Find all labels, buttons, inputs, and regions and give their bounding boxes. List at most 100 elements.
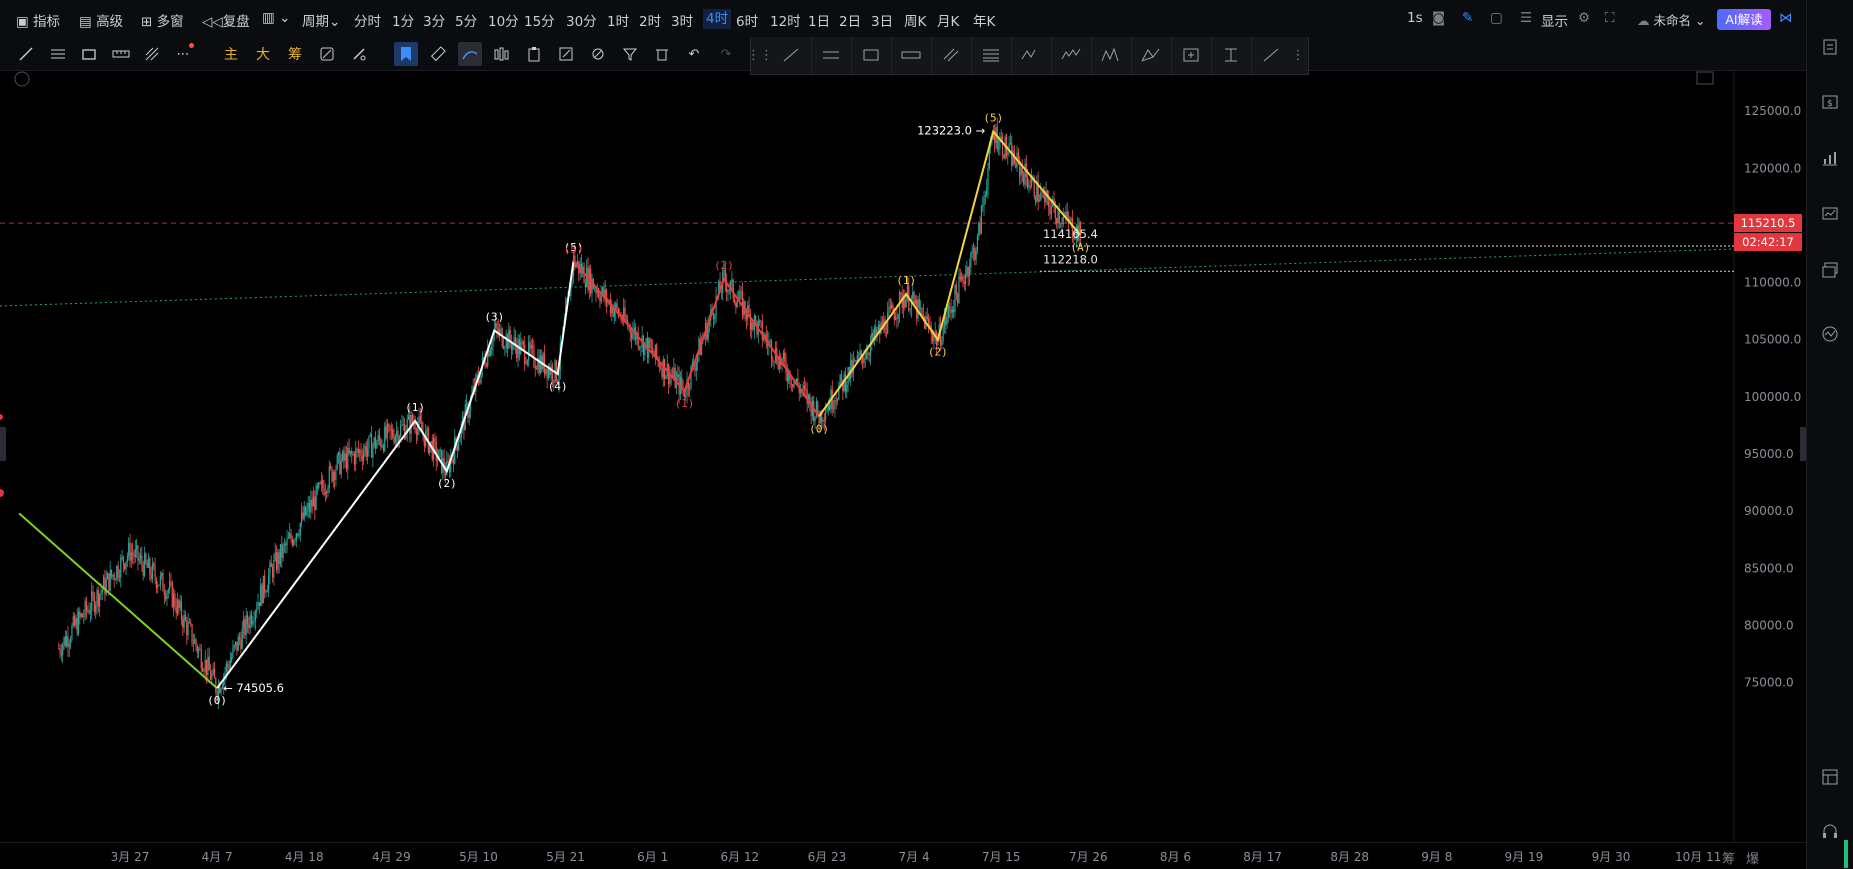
burst-toggle[interactable]: 爆	[1746, 848, 1759, 867]
candle-body	[104, 577, 106, 595]
horizontal-lines-icon[interactable]	[46, 42, 70, 66]
interval-tab-16[interactable]: 周K	[904, 10, 926, 30]
interval-tab-0[interactable]: 分时	[354, 10, 381, 30]
list-icon[interactable]: ☰	[1520, 10, 1532, 26]
fib-tool-icon[interactable]	[140, 42, 164, 66]
window-icon[interactable]: ▢	[1490, 10, 1503, 26]
hline-icon[interactable]	[819, 44, 843, 66]
candle-body	[504, 347, 506, 349]
interval-tab-9[interactable]: 3时	[671, 10, 693, 30]
wallet-icon[interactable]: $	[1819, 91, 1841, 113]
more-tools-icon[interactable]: ⋯	[171, 42, 195, 66]
interval-tab-15[interactable]: 3日	[871, 10, 893, 30]
candle-body	[1060, 222, 1062, 224]
gear-icon[interactable]: ⚙	[1578, 10, 1590, 26]
measure-icon[interactable]	[899, 44, 923, 66]
interval-tab-2[interactable]: 3分	[423, 10, 445, 30]
bar-chart-icon[interactable]	[1819, 147, 1841, 169]
clipboard-icon[interactable]	[522, 42, 546, 66]
interval-tab-8[interactable]: 2时	[639, 10, 661, 30]
chip-distribution-button[interactable]: 筹	[283, 42, 307, 66]
candle-body	[89, 610, 91, 614]
ruler-icon[interactable]	[426, 42, 450, 66]
interval-tab-12[interactable]: 12时	[770, 10, 801, 30]
trendline-icon[interactable]	[779, 44, 803, 66]
layout-dropdown[interactable]: ☁ 未命名 ⌄	[1637, 10, 1705, 29]
display-button[interactable]: 显示	[1541, 10, 1568, 30]
filter-icon[interactable]	[618, 42, 642, 66]
candle-body	[149, 558, 151, 574]
rect-icon[interactable]	[859, 44, 883, 66]
big-order-button[interactable]: 大	[251, 42, 275, 66]
interval-tab-7[interactable]: 1时	[607, 10, 629, 30]
candle-body	[81, 613, 84, 618]
pattern-icon[interactable]	[1099, 44, 1123, 66]
link-icon[interactable]	[586, 42, 610, 66]
undo-icon[interactable]: ↶	[682, 42, 706, 66]
candle-body	[83, 616, 85, 618]
line-tool-icon[interactable]	[14, 42, 38, 66]
ray-icon[interactable]	[1259, 44, 1283, 66]
monitor-chart-icon[interactable]	[1819, 203, 1841, 225]
add-box-icon[interactable]	[1179, 44, 1203, 66]
interval-tab-11[interactable]: 6时	[736, 10, 758, 30]
refresh-rate[interactable]: 1s	[1407, 10, 1423, 26]
headset-icon[interactable]	[1819, 820, 1841, 842]
advanced-button[interactable]: ▤ 高级	[79, 10, 123, 30]
interval-tab-18[interactable]: 年K	[973, 10, 995, 30]
candle-body	[902, 299, 905, 309]
pencil-icon[interactable]: ✎	[1462, 10, 1473, 26]
interval-tab-14[interactable]: 2日	[839, 10, 861, 30]
interval-tab-1[interactable]: 1分	[392, 10, 414, 30]
measure-tool-icon[interactable]	[109, 42, 133, 66]
candle-body	[92, 591, 94, 596]
compare-icon[interactable]	[315, 42, 339, 66]
replay-button[interactable]: ◁◁复盘	[202, 10, 250, 30]
interval-tab-10[interactable]: 4时	[703, 9, 732, 29]
fib-levels-icon[interactable]	[979, 44, 1003, 66]
candle-body	[182, 619, 184, 628]
candle-body	[162, 573, 164, 592]
drag-handle-right-icon[interactable]: ⋮	[1291, 44, 1305, 66]
trash-icon[interactable]	[650, 42, 674, 66]
note-edit-icon[interactable]	[554, 42, 578, 66]
multiwindow-button[interactable]: ⊞ 多窗	[141, 10, 184, 30]
ai-interpret-button[interactable]: AI解读	[1717, 9, 1771, 30]
camera-icon[interactable]: ◙	[1432, 10, 1445, 26]
candle-body	[141, 555, 143, 565]
interval-tab-17[interactable]: 月K	[937, 10, 959, 30]
cards-icon[interactable]	[1819, 259, 1841, 281]
chart-type-dropdown[interactable]: ▥ ⌄	[262, 10, 290, 26]
abcd-icon[interactable]	[1139, 44, 1163, 66]
bars-pattern-icon[interactable]	[490, 42, 514, 66]
interval-tab-13[interactable]: 1日	[808, 10, 830, 30]
chip-toggle[interactable]: 筹	[1722, 848, 1735, 867]
share-icon[interactable]: ⋈	[1779, 10, 1793, 26]
candle-body	[108, 573, 110, 591]
price-chart[interactable]: 75000.0 80000.0 85000.0 90000.0 95000.0 10000…	[0, 71, 1806, 842]
indicator-button[interactable]: ▣ 指标	[16, 10, 60, 30]
redo-icon[interactable]: ↷	[714, 42, 738, 66]
document-icon[interactable]	[1819, 36, 1841, 58]
parallel-channel-icon[interactable]	[939, 44, 963, 66]
eraser-icon[interactable]	[347, 42, 371, 66]
interval-tab-5[interactable]: 15分	[524, 10, 555, 30]
rectangle-tool-icon[interactable]	[77, 42, 101, 66]
period-dropdown[interactable]: 周期⌄	[302, 10, 340, 30]
fullscreen-icon[interactable]: ⛶	[1605, 10, 1614, 26]
layout-panel-icon[interactable]	[1819, 766, 1841, 788]
signal-icon[interactable]	[1819, 323, 1841, 345]
wave-3-icon[interactable]	[1019, 44, 1043, 66]
candle-body	[763, 339, 765, 340]
interval-tab-4[interactable]: 10分	[488, 10, 519, 30]
wave-5-icon[interactable]	[1059, 44, 1083, 66]
bookmark-icon[interactable]	[394, 42, 418, 66]
interval-tab-3[interactable]: 5分	[455, 10, 477, 30]
candle-body	[62, 645, 64, 656]
drag-handle-icon[interactable]: ⋮⋮	[747, 44, 773, 66]
interval-tab-6[interactable]: 30分	[566, 10, 597, 30]
main-indicator-button[interactable]: 主	[219, 42, 243, 66]
candle-body	[154, 566, 156, 579]
magnet-draw-icon[interactable]	[458, 42, 482, 66]
text-anchor-icon[interactable]	[1219, 44, 1243, 66]
